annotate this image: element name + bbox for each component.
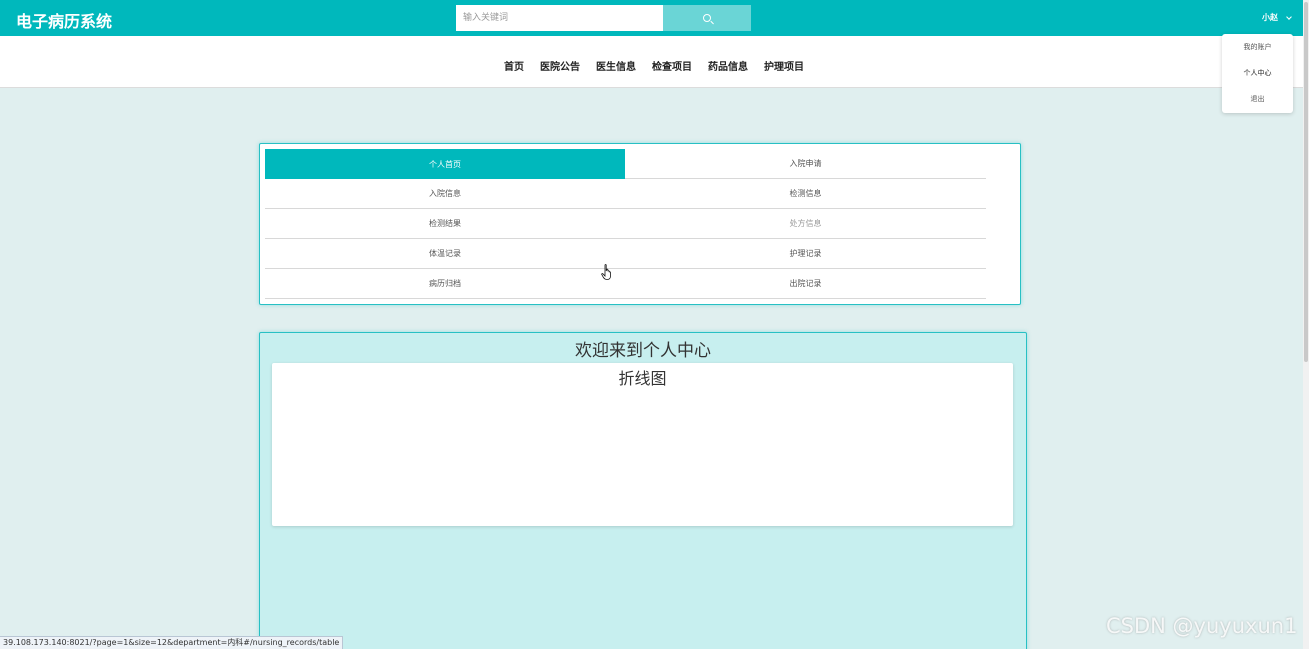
watermark: CSDN @yuyuxun1 xyxy=(1106,614,1298,638)
search-input[interactable] xyxy=(456,5,663,31)
scrollbar-thumb[interactable] xyxy=(1304,2,1308,362)
menu-item-personal-home[interactable]: 个人首页 xyxy=(265,149,625,179)
menu-item-prescription[interactable]: 处方信息 xyxy=(625,209,986,239)
menu-item-test-results[interactable]: 检测结果 xyxy=(265,209,625,239)
nav-item-home[interactable]: 首页 xyxy=(504,58,524,73)
nav-item-nursing[interactable]: 护理项目 xyxy=(764,58,804,73)
menu-item-discharge[interactable]: 出院记录 xyxy=(625,269,986,299)
chart-title: 折线图 xyxy=(618,369,667,388)
dropdown-item-logout[interactable]: 退出 xyxy=(1222,94,1293,104)
top-bar: 电子病历系统 小赵 xyxy=(0,0,1309,36)
app-title: 电子病历系统 xyxy=(16,12,113,31)
personal-center-panel: 欢迎来到个人中心 折线图 xyxy=(259,332,1027,649)
nav-item-medicine[interactable]: 药品信息 xyxy=(708,58,748,73)
menu-item-temperature[interactable]: 体温记录 xyxy=(265,239,625,269)
cursor-hand-icon xyxy=(601,264,611,280)
search-button[interactable] xyxy=(663,5,751,31)
user-name: 小赵 xyxy=(1262,13,1278,22)
personal-menu-card: 个人首页 入院申请 入院信息 检测信息 检测结果 处方信息 体温记录 护理记录 … xyxy=(259,143,1021,305)
welcome-title: 欢迎来到个人中心 xyxy=(575,341,711,361)
nav-item-doctors[interactable]: 医生信息 xyxy=(596,58,636,73)
menu-item-nursing-records[interactable]: 护理记录 xyxy=(625,239,986,269)
menu-item-test-info[interactable]: 检测信息 xyxy=(625,179,986,209)
line-chart-card: 折线图 xyxy=(272,363,1013,526)
user-dropdown: 我的账户 个人中心 退出 xyxy=(1222,34,1293,113)
dropdown-item-my-account[interactable]: 我的账户 xyxy=(1222,42,1293,52)
dropdown-item-personal-center[interactable]: 个人中心 xyxy=(1222,68,1293,78)
personal-menu-grid: 个人首页 入院申请 入院信息 检测信息 检测结果 处方信息 体温记录 护理记录 … xyxy=(265,149,986,299)
menu-item-record-archive[interactable]: 病历归档 xyxy=(265,269,625,299)
nav-item-exams[interactable]: 检查项目 xyxy=(652,58,692,73)
search-icon xyxy=(703,14,711,22)
nav-list: 首页 医院公告 医生信息 检查项目 药品信息 护理项目 xyxy=(504,58,804,73)
main-nav: 首页 医院公告 医生信息 检查项目 药品信息 护理项目 xyxy=(0,36,1309,88)
nav-item-announcements[interactable]: 医院公告 xyxy=(540,58,580,73)
menu-item-admission-apply[interactable]: 入院申请 xyxy=(625,149,986,179)
menu-item-admission-info[interactable]: 入院信息 xyxy=(265,179,625,209)
user-menu[interactable]: 小赵 xyxy=(1262,12,1292,23)
scrollbar[interactable] xyxy=(1303,0,1309,649)
status-url: 39.108.173.140:8021/?page=1&size=12&depa… xyxy=(0,636,344,649)
chevron-down-icon xyxy=(1286,13,1292,20)
